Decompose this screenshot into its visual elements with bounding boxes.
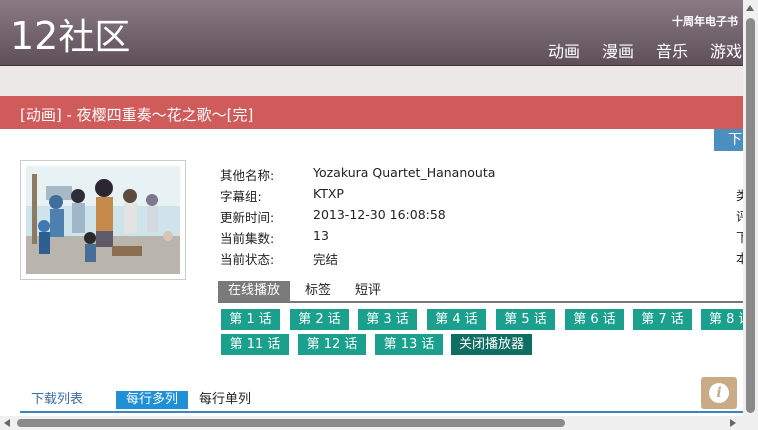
horizontal-scroll-thumb[interactable] [17,419,565,427]
nav-anime[interactable]: 动画 [548,38,580,62]
horizontal-scrollbar[interactable] [0,416,743,430]
info-label: 更新时间: [220,210,275,225]
tab-tags[interactable]: 标签 [305,281,331,301]
info-value: 完结 [313,252,339,267]
download-list-divider [20,411,743,413]
site-logo[interactable]: 12社区 [10,16,130,58]
info-value: KTXP [313,186,344,201]
info-value: Yozakura Quartet_Hananouta [313,165,496,180]
download-button[interactable]: 下 [714,129,745,151]
logo-text: 社区 [58,17,131,58]
info-value: 2013-12-30 16:08:58 [313,207,446,222]
nav-manga[interactable]: 漫画 [602,38,634,62]
tab-online-play[interactable]: 在线播放 [218,281,291,301]
tab-multi-column[interactable]: 每行多列 [116,391,189,409]
episode-button[interactable]: 第 3 话 [358,309,417,330]
logo-number: 12 [10,14,59,58]
nav-games[interactable]: 游戏 [710,38,742,62]
cover-image [20,160,186,280]
anniversary-ebook-link[interactable]: 十周年电子书 [672,13,738,29]
info-label: 字幕组: [220,189,262,204]
anime-cover-illustration [26,166,180,274]
info-glyph: i [709,383,729,403]
nav-music[interactable]: 音乐 [656,38,688,62]
tab-single-column[interactable]: 每行单列 [199,391,251,409]
info-label: 其他名称: [220,168,275,183]
episode-button[interactable]: 第 5 话 [496,309,555,330]
info-label: 当前状态: [220,252,275,267]
scroll-right-arrow[interactable] [730,419,736,427]
episode-button[interactable]: 第 7 话 [633,309,692,330]
download-list-title: 下载列表 [31,392,84,407]
close-player-button[interactable]: 关闭播放器 [451,334,532,355]
info-icon[interactable]: i [701,377,737,409]
info-value: 13 [313,228,329,243]
episode-button[interactable]: 第 11 话 [221,334,289,355]
scroll-up-arrow[interactable] [746,5,754,11]
vertical-scroll-thumb[interactable] [746,18,755,413]
episode-button[interactable]: 第 2 话 [290,309,349,330]
tab-short-reviews[interactable]: 短评 [355,281,381,301]
episode-button[interactable]: 第 13 话 [375,334,443,355]
page-title-bar: [动画] - 夜樱四重奏～花之歌～[完] [0,96,745,129]
subheader-band [0,66,758,96]
episode-button[interactable]: 第 8 话 [701,309,743,330]
content-tabs: 在线播放 标签 短评 [218,281,743,303]
episode-button[interactable]: 第 4 话 [427,309,486,330]
main-nav: 动画 漫画 音乐 游戏 [526,38,742,62]
vertical-scrollbar[interactable] [743,0,758,430]
site-header: 12社区 十周年电子书 动画 漫画 音乐 游戏 [0,0,758,66]
info-label: 当前集数: [220,231,275,246]
episode-button[interactable]: 第 12 话 [298,334,366,355]
page-title: [动画] - 夜樱四重奏～花之歌～[完] [20,106,254,124]
episode-button[interactable]: 第 6 话 [565,309,624,330]
episode-button[interactable]: 第 1 话 [221,309,280,330]
scroll-left-arrow[interactable] [4,419,10,427]
